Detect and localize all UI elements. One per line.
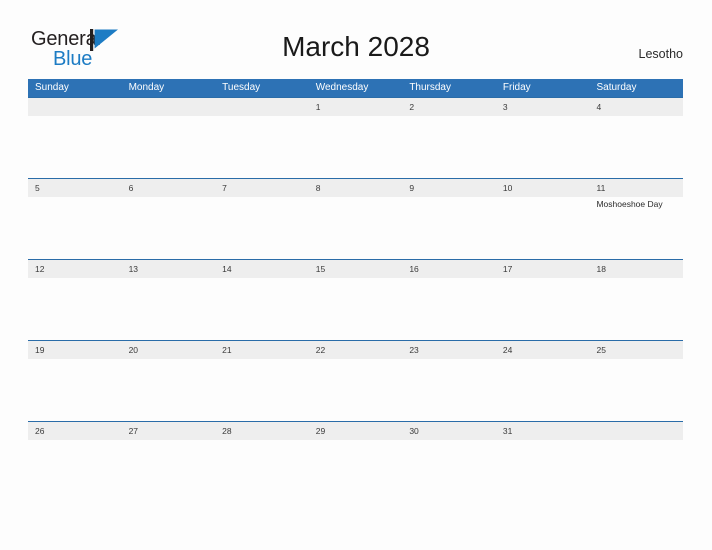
- day-event[interactable]: [402, 197, 496, 258]
- day-event[interactable]: [215, 116, 309, 177]
- week-date-strip: 5 6 7 8 9 10 11: [28, 179, 683, 197]
- day-number[interactable]: 26: [28, 422, 122, 440]
- day-event[interactable]: [496, 440, 590, 501]
- weekday-header-friday: Friday: [502, 82, 531, 93]
- week-row: 26 27 28 29 30 31: [28, 421, 683, 502]
- weekday-header-tuesday: Tuesday: [222, 82, 261, 93]
- weekday-header-row: Sunday Monday Tuesday Wednesday Thursday…: [28, 79, 683, 97]
- day-number[interactable]: 31: [496, 422, 590, 440]
- week-event-strip: [28, 116, 683, 177]
- week-date-strip: 12 13 14 15 16 17 18: [28, 260, 683, 278]
- day-number[interactable]: [122, 98, 216, 116]
- day-event[interactable]: [122, 278, 216, 339]
- day-event[interactable]: [589, 440, 683, 501]
- day-event[interactable]: [122, 197, 216, 258]
- day-event[interactable]: [215, 197, 309, 258]
- day-number[interactable]: 4: [589, 98, 683, 116]
- day-number[interactable]: 9: [402, 179, 496, 197]
- weekday-header-saturday: Saturday: [596, 82, 637, 93]
- day-number[interactable]: 18: [589, 260, 683, 278]
- week-row: 12 13 14 15 16 17 18: [28, 259, 683, 340]
- day-event[interactable]: [309, 359, 403, 420]
- day-number[interactable]: 22: [309, 341, 403, 359]
- week-row: 5 6 7 8 9 10 11 Moshoeshoe Day: [28, 178, 683, 259]
- calendar-grid: Sunday Monday Tuesday Wednesday Thursday…: [28, 79, 683, 502]
- day-number[interactable]: 21: [215, 341, 309, 359]
- day-number[interactable]: 1: [309, 98, 403, 116]
- day-event[interactable]: [215, 440, 309, 501]
- weekday-header-monday: Monday: [128, 82, 165, 93]
- day-event[interactable]: [215, 278, 309, 339]
- day-number[interactable]: 20: [122, 341, 216, 359]
- day-event[interactable]: [402, 116, 496, 177]
- day-event[interactable]: [589, 359, 683, 420]
- day-number[interactable]: 25: [589, 341, 683, 359]
- day-event[interactable]: [309, 440, 403, 501]
- day-event[interactable]: [589, 278, 683, 339]
- week-event-strip: Moshoeshoe Day: [28, 197, 683, 258]
- day-number[interactable]: 7: [215, 179, 309, 197]
- day-number[interactable]: 3: [496, 98, 590, 116]
- day-number[interactable]: 15: [309, 260, 403, 278]
- week-date-strip: 19 20 21 22 23 24 25: [28, 341, 683, 359]
- day-number[interactable]: 24: [496, 341, 590, 359]
- day-event[interactable]: [496, 197, 590, 258]
- day-number[interactable]: 29: [309, 422, 403, 440]
- day-number[interactable]: 27: [122, 422, 216, 440]
- weekday-header-sunday: Sunday: [35, 82, 69, 93]
- weekday-header-thursday: Thursday: [409, 82, 451, 93]
- week-row: 19 20 21 22 23 24 25: [28, 340, 683, 421]
- day-event-holiday[interactable]: Moshoeshoe Day: [589, 197, 683, 258]
- week-date-strip: 1 2 3 4: [28, 98, 683, 116]
- page-header: General Blue March 2028 Lesotho: [0, 0, 712, 79]
- day-event[interactable]: [402, 278, 496, 339]
- day-event[interactable]: [122, 440, 216, 501]
- day-number[interactable]: 16: [402, 260, 496, 278]
- day-number[interactable]: [589, 422, 683, 440]
- day-number[interactable]: 17: [496, 260, 590, 278]
- day-event[interactable]: [215, 359, 309, 420]
- day-number[interactable]: 28: [215, 422, 309, 440]
- day-event[interactable]: [496, 278, 590, 339]
- day-number[interactable]: 6: [122, 179, 216, 197]
- day-event[interactable]: [496, 116, 590, 177]
- day-number[interactable]: 12: [28, 260, 122, 278]
- country-label: Lesotho: [638, 47, 683, 61]
- week-row: 1 2 3 4: [28, 97, 683, 178]
- day-event[interactable]: [309, 278, 403, 339]
- week-date-strip: 26 27 28 29 30 31: [28, 422, 683, 440]
- day-number[interactable]: 23: [402, 341, 496, 359]
- day-number[interactable]: 30: [402, 422, 496, 440]
- day-number[interactable]: 8: [309, 179, 403, 197]
- day-number[interactable]: 14: [215, 260, 309, 278]
- day-event[interactable]: [402, 359, 496, 420]
- week-event-strip: [28, 278, 683, 339]
- day-event[interactable]: [309, 197, 403, 258]
- week-event-strip: [28, 440, 683, 501]
- day-event[interactable]: [122, 116, 216, 177]
- day-event[interactable]: [28, 440, 122, 501]
- day-event[interactable]: [402, 440, 496, 501]
- page-title: March 2028: [282, 31, 430, 62]
- day-event[interactable]: [28, 116, 122, 177]
- day-number[interactable]: 19: [28, 341, 122, 359]
- day-number[interactable]: [28, 98, 122, 116]
- day-event[interactable]: [496, 359, 590, 420]
- day-number[interactable]: 13: [122, 260, 216, 278]
- day-event[interactable]: [28, 359, 122, 420]
- day-event[interactable]: [309, 116, 403, 177]
- day-event[interactable]: [28, 278, 122, 339]
- day-number[interactable]: 10: [496, 179, 590, 197]
- day-number[interactable]: [215, 98, 309, 116]
- day-number[interactable]: 5: [28, 179, 122, 197]
- weekday-header-wednesday: Wednesday: [315, 82, 369, 93]
- week-event-strip: [28, 359, 683, 420]
- day-event[interactable]: [28, 197, 122, 258]
- day-number[interactable]: 11: [589, 179, 683, 197]
- day-event[interactable]: [122, 359, 216, 420]
- day-event[interactable]: [589, 116, 683, 177]
- day-number[interactable]: 2: [402, 98, 496, 116]
